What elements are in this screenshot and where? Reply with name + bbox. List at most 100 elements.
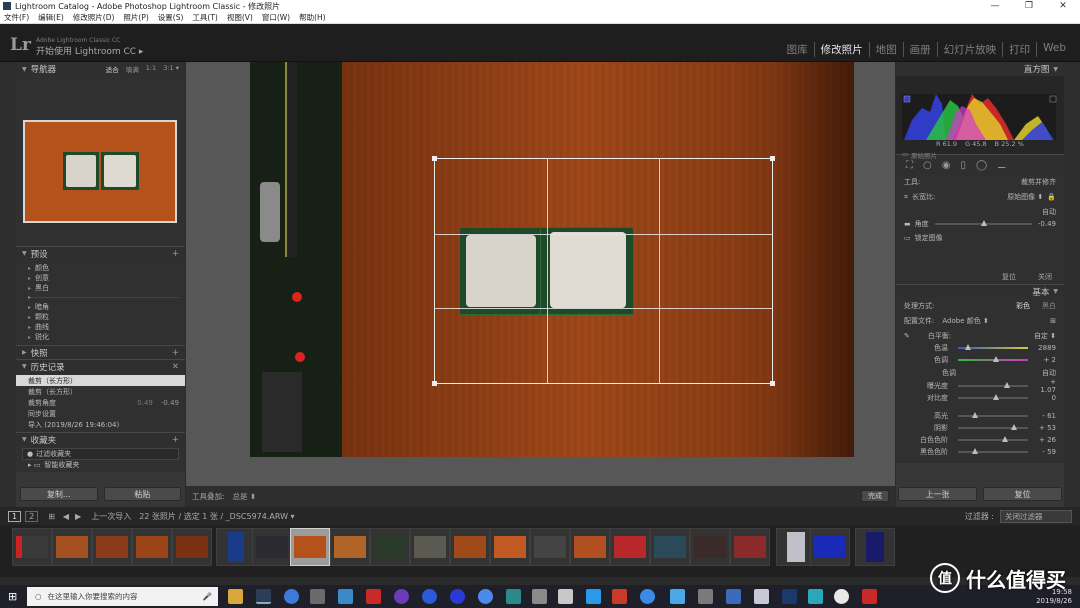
snapshots-header[interactable]: ▶ 快照 + — [16, 345, 185, 359]
redeye-icon[interactable]: ◉ — [942, 160, 951, 171]
app-taskbar-icon[interactable] — [834, 589, 849, 604]
history-item[interactable]: 导入 (2019/8/26 19:46:04) — [16, 419, 185, 430]
angle-slider[interactable] — [934, 220, 1032, 226]
close-button[interactable]: ✕ — [1046, 1, 1080, 11]
module-book[interactable]: 画册 — [902, 42, 937, 57]
exposure-slider[interactable] — [958, 382, 1028, 388]
app-taskbar-icon[interactable] — [808, 589, 823, 604]
film-thumbnail[interactable] — [370, 528, 410, 566]
film-thumbnail[interactable] — [252, 528, 292, 566]
filter-select[interactable]: 关闭过滤器 — [1000, 509, 1072, 523]
microphone-icon[interactable]: 🎤 — [203, 592, 212, 601]
app-taskbar-icon[interactable] — [310, 589, 325, 604]
treatment-color[interactable]: 彩色 — [1016, 301, 1030, 311]
film-thumbnail[interactable] — [52, 528, 92, 566]
highlights-slider[interactable] — [958, 412, 1028, 418]
menu-develop[interactable]: 修改照片(D) — [73, 12, 115, 23]
film-thumbnail[interactable] — [530, 528, 570, 566]
add-collection-icon[interactable]: + — [172, 435, 179, 445]
history-item[interactable]: 裁剪（长方形） — [16, 375, 185, 386]
module-develop[interactable]: 修改照片 — [813, 42, 869, 57]
module-print[interactable]: 打印 — [1002, 42, 1036, 57]
module-library[interactable]: 图库 — [781, 42, 814, 57]
source-label[interactable]: 上一次导入 — [91, 511, 131, 522]
blacks-slider[interactable] — [958, 448, 1028, 454]
copy-button[interactable]: 复制... — [20, 487, 98, 501]
film-thumbnail-selected[interactable] — [290, 528, 330, 566]
app-taskbar-icon[interactable] — [726, 589, 741, 604]
shadows-slider[interactable] — [958, 424, 1028, 430]
clear-history-icon[interactable]: ✕ — [172, 362, 179, 372]
app-taskbar-icon[interactable] — [394, 589, 409, 604]
collections-header[interactable]: ▼ 收藏夹 + — [16, 432, 185, 446]
film-thumbnail[interactable] — [730, 528, 770, 566]
film-thumbnail[interactable] — [570, 528, 610, 566]
steam-icon[interactable] — [782, 589, 797, 604]
smart-collections-item[interactable]: ▸ ▭ 智能收藏夹 — [22, 460, 179, 470]
crop-tool-icon[interactable]: ⛶ — [906, 160, 913, 171]
main-photo[interactable] — [250, 62, 854, 457]
preset-group[interactable]: 创意 — [28, 273, 185, 283]
nav-3to1[interactable]: 3:1 ▾ — [163, 64, 179, 74]
menu-edit[interactable]: 编辑(E) — [38, 12, 64, 23]
contrast-slider[interactable] — [958, 394, 1028, 400]
whites-slider[interactable] — [958, 436, 1028, 442]
film-thumbnail[interactable] — [610, 528, 650, 566]
navigator-thumbnail[interactable] — [23, 120, 177, 223]
identity-main[interactable]: 开始使用 Lightroom CC ▸ — [36, 44, 143, 57]
film-thumbnail[interactable] — [855, 528, 895, 566]
nav-fill[interactable]: 填满 — [126, 64, 139, 74]
filmstrip-info[interactable]: 22 张照片 / 选定 1 张 / _DSC5974.ARW ▾ — [139, 511, 294, 522]
auto-straighten-button[interactable]: 自动 — [1042, 207, 1056, 217]
app-taskbar-icon[interactable] — [284, 589, 299, 604]
preset-group[interactable]: 颗粒 — [28, 312, 185, 322]
histogram[interactable]: R 61.9 G 45.8 B 25.2 % ▭ 原始照片 — [896, 76, 1064, 160]
film-thumbnail[interactable] — [132, 528, 172, 566]
menu-settings[interactable]: 设置(S) — [158, 12, 184, 23]
grid-view-icon[interactable]: ⊞ — [48, 512, 55, 521]
profile-browser-icon[interactable]: ⊞ — [1050, 317, 1056, 325]
app-taskbar-icon[interactable] — [422, 589, 437, 604]
lock-icon[interactable]: 🔒 — [1047, 193, 1056, 201]
app-taskbar-icon[interactable] — [366, 589, 381, 604]
preset-group[interactable]: 颜色 — [28, 263, 185, 273]
reset-button[interactable]: 复位 — [983, 487, 1062, 501]
crop-frame-icon[interactable]: ⌗ — [904, 193, 908, 202]
preset-group[interactable]: 曲线 — [28, 322, 185, 332]
crop-reset-button[interactable]: 复位 — [1002, 272, 1016, 282]
app-taskbar-icon[interactable] — [558, 589, 573, 604]
paste-button[interactable]: 粘贴 — [103, 487, 181, 501]
nav-1to1[interactable]: 1:1 — [146, 64, 156, 74]
app-taskbar-icon[interactable] — [506, 589, 521, 604]
menu-file[interactable]: 文件(F) — [4, 12, 29, 23]
graduated-filter-icon[interactable]: ▯ — [960, 160, 966, 171]
preset-group[interactable]: 锐化 — [28, 332, 185, 342]
app-taskbar-icon[interactable] — [640, 589, 655, 604]
back-arrow-icon[interactable]: ◀ — [63, 512, 69, 521]
film-thumbnail[interactable] — [12, 528, 52, 566]
checkbox-icon[interactable]: ▭ — [904, 234, 911, 242]
minimize-button[interactable]: — — [978, 1, 1012, 11]
add-snapshot-icon[interactable]: + — [172, 348, 179, 358]
film-thumbnail[interactable] — [810, 528, 850, 566]
presets-header[interactable]: ▼ 预设 + — [16, 246, 185, 260]
page-2-button[interactable]: 2 — [25, 510, 39, 522]
navigator-header[interactable]: ▼ 导航器 适合 填满 1:1 3:1 ▾ — [16, 62, 185, 76]
crop-overlay[interactable] — [432, 156, 775, 386]
history-item[interactable]: 裁剪（长方形） — [16, 386, 185, 397]
film-thumbnail[interactable] — [172, 528, 212, 566]
film-thumbnail[interactable] — [650, 528, 690, 566]
app-taskbar-icon[interactable] — [532, 589, 547, 604]
app-taskbar-icon[interactable] — [670, 589, 685, 604]
menu-photo[interactable]: 照片(P) — [123, 12, 148, 23]
crop-handle[interactable] — [770, 381, 775, 386]
module-map[interactable]: 地图 — [868, 42, 903, 57]
film-thumbnail[interactable] — [450, 528, 490, 566]
add-preset-icon[interactable]: + — [172, 249, 179, 259]
app-taskbar-icon[interactable] — [478, 589, 493, 604]
aspect-select[interactable]: 原始图像 ⬍ — [1007, 192, 1043, 202]
spot-removal-icon[interactable]: ○ — [923, 160, 932, 171]
app-taskbar-icon[interactable] — [450, 589, 465, 604]
wb-select[interactable]: 自定 ⬍ — [1034, 331, 1056, 341]
filter-collections-field[interactable]: ● 过滤收藏夹 — [22, 448, 179, 460]
